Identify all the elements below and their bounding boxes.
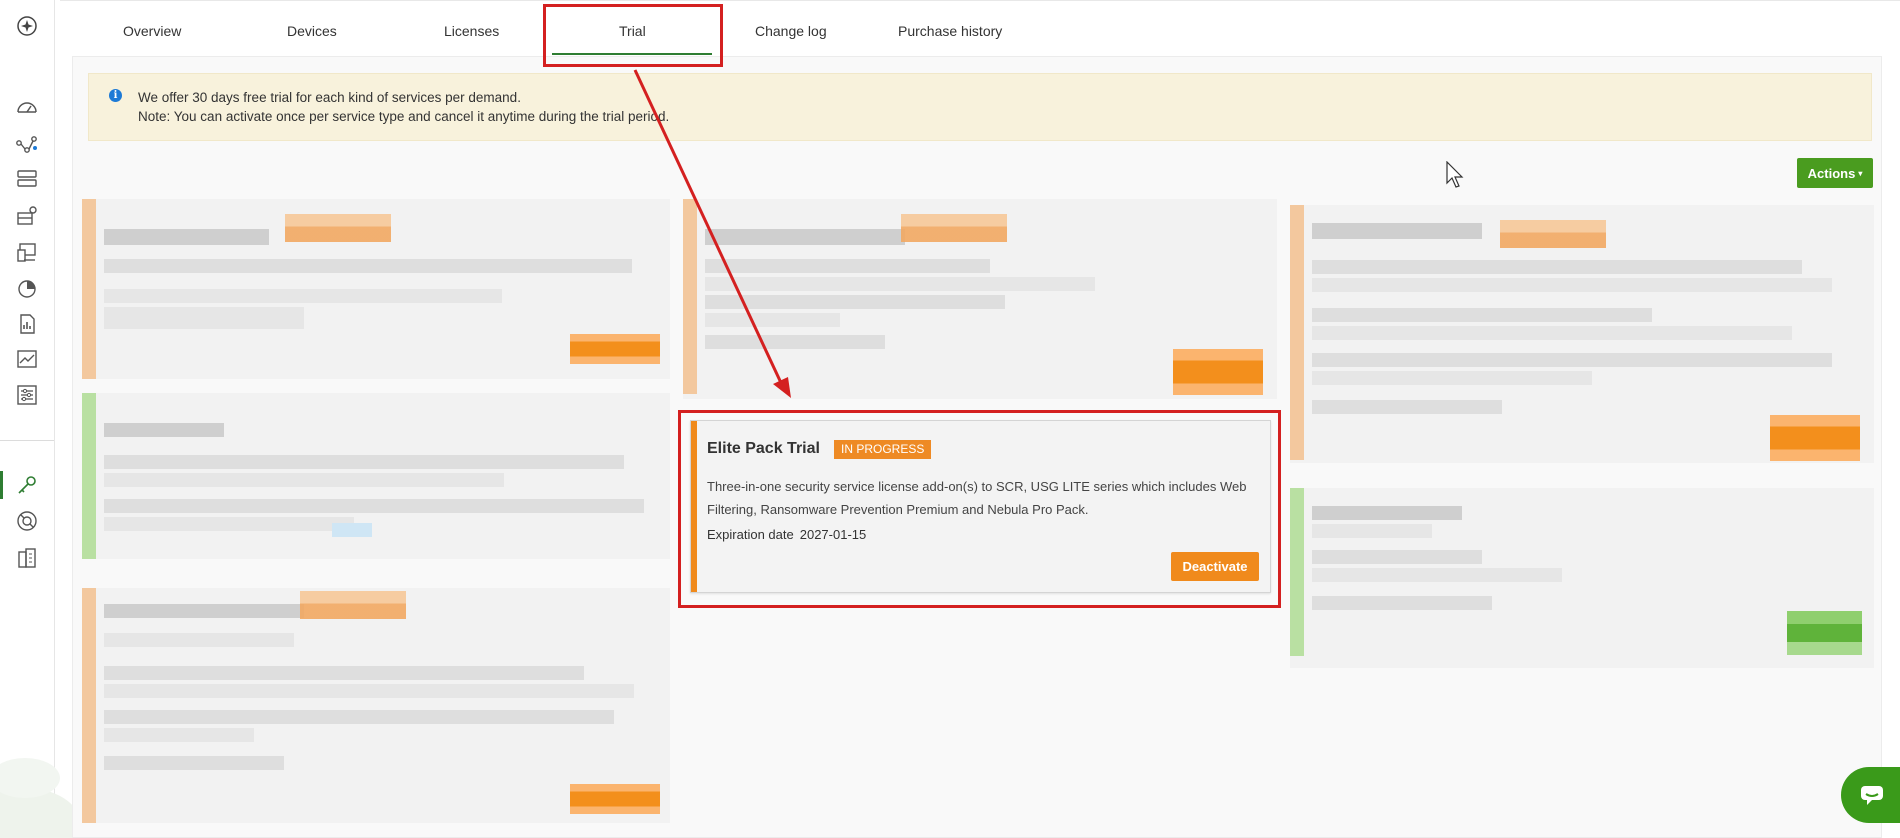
chat-button[interactable]: [1841, 767, 1900, 823]
chat-icon: [1861, 786, 1883, 805]
annotation-arrow-icon: [633, 69, 791, 398]
